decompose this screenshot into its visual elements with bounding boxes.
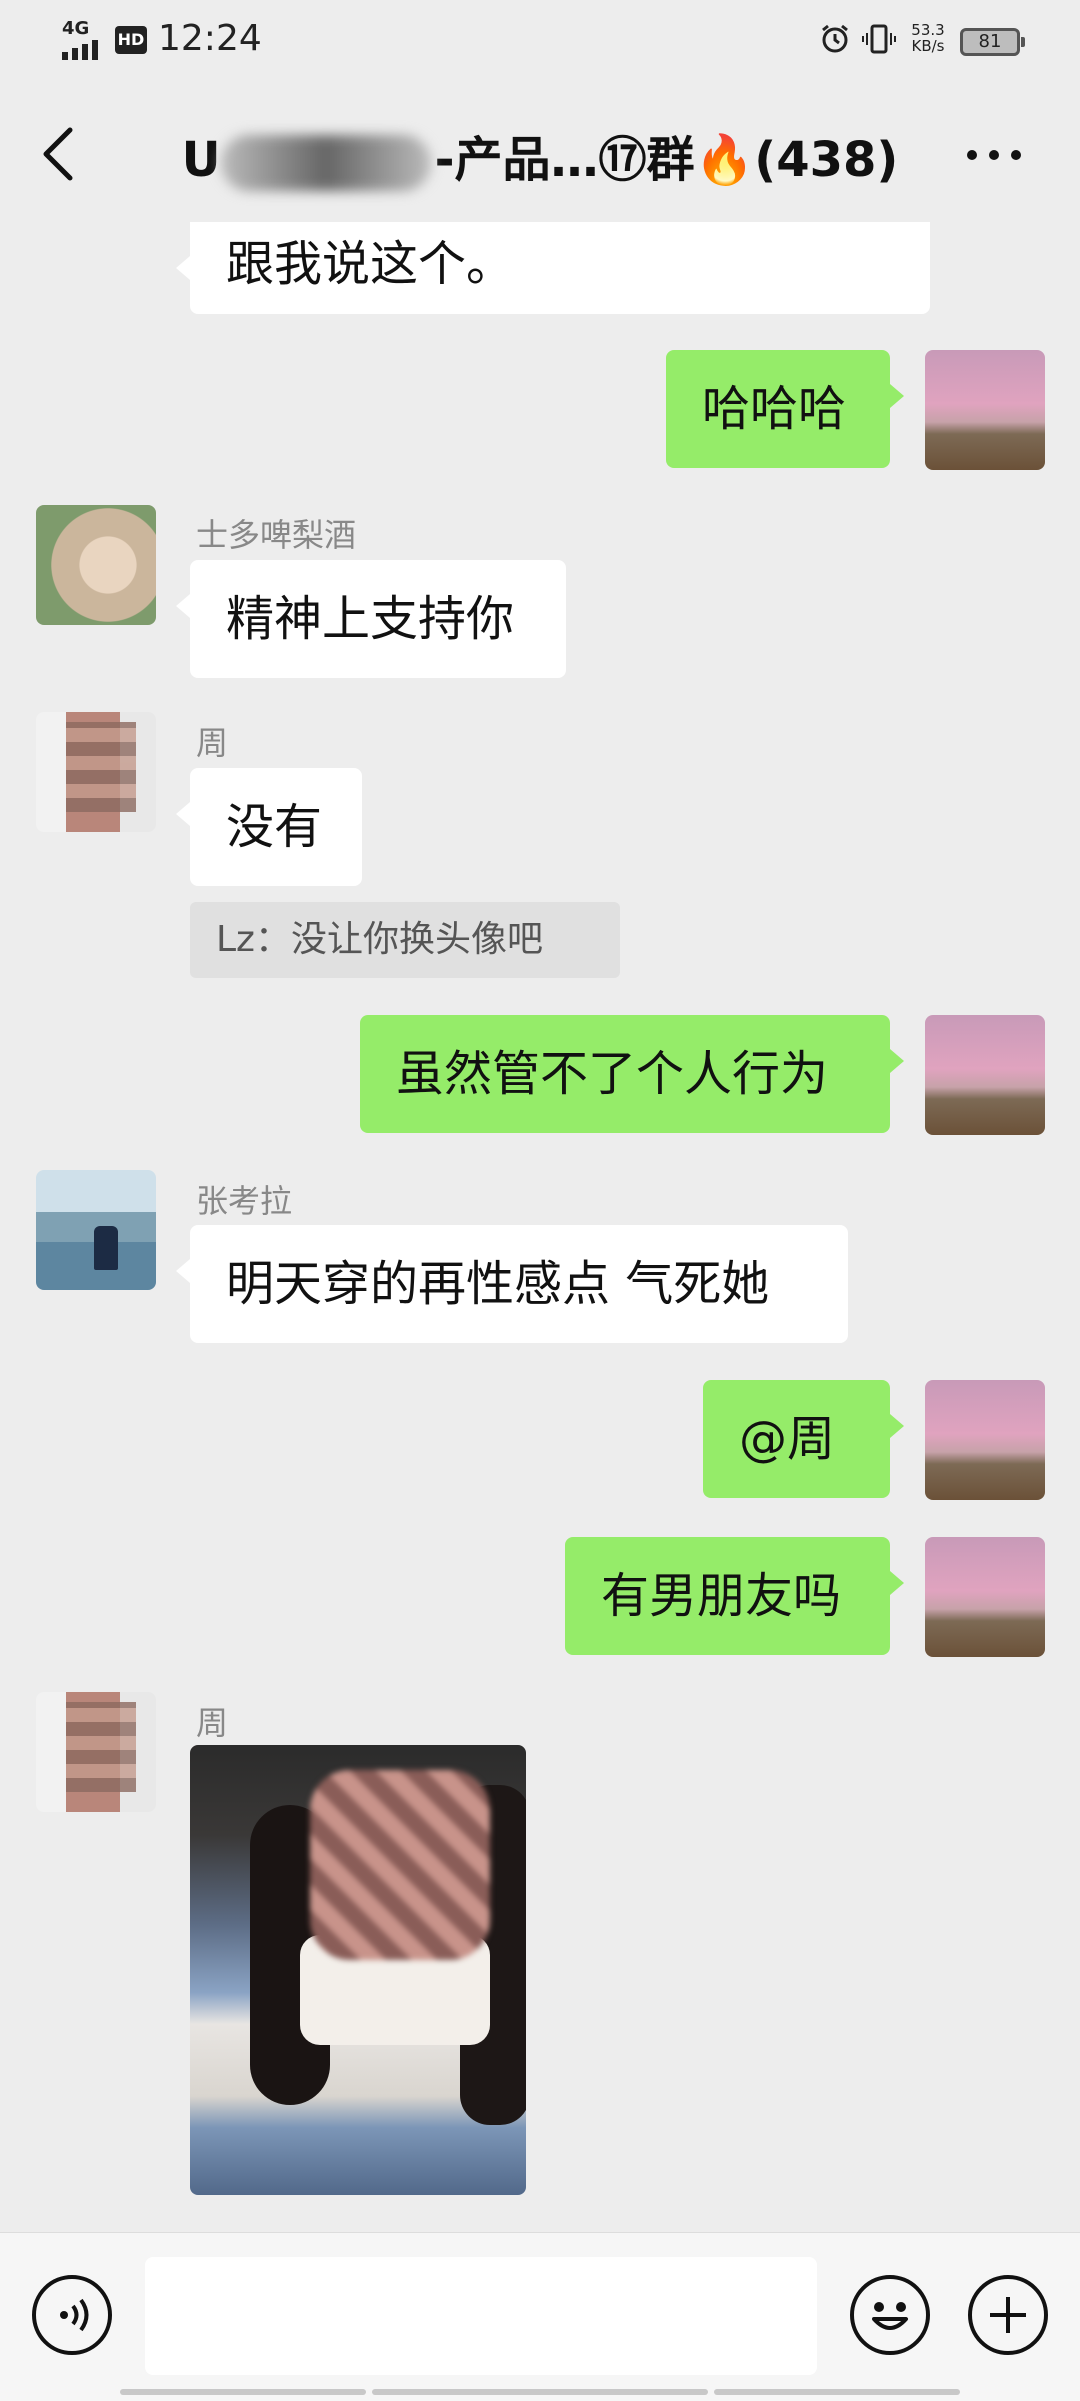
message-bubble-self[interactable]: 有男朋友吗 <box>565 1537 904 1655</box>
voice-icon[interactable] <box>32 2275 112 2355</box>
title-suffix: -产品…⑰群🔥(438) <box>434 132 899 188</box>
title-prefix: U <box>181 132 221 188</box>
avatar[interactable] <box>36 1692 156 1812</box>
sender-name: 周 <box>196 724 229 762</box>
network-speed: 53.3 KB/s <box>906 22 950 54</box>
battery-icon: 81 <box>960 28 1025 56</box>
status-bar: 4G HD 12:24 53.3 KB/s 81 <box>0 0 1080 80</box>
message-bubble[interactable]: 跟我说这个。 <box>176 222 930 314</box>
message-text: 跟我说这个。 <box>226 236 515 292</box>
vibrate-icon <box>862 24 896 54</box>
message-text: 没有 <box>226 799 323 855</box>
speed-unit: KB/s <box>911 37 945 55</box>
avatar-self[interactable] <box>925 350 1045 470</box>
avatar-self[interactable] <box>925 1380 1045 1500</box>
sender-name: 张考拉 <box>196 1182 293 1220</box>
avatar-mosaic <box>66 722 136 812</box>
message-text: @周 <box>739 1411 836 1467</box>
alarm-icon <box>822 24 848 53</box>
photo-mosaic <box>310 1770 490 1960</box>
voice-glyph <box>60 2298 89 2332</box>
message-bubble[interactable]: 精神上支持你 <box>176 560 566 678</box>
image-message[interactable] <box>190 1745 526 2195</box>
quoted-reply[interactable]: Lz：没让你换头像吧 <box>190 902 620 978</box>
sender-name: 周 <box>196 1704 229 1742</box>
hd-badge: HD <box>115 26 147 54</box>
scroll-indicator <box>372 2389 708 2395</box>
avatar-mosaic <box>66 1702 136 1792</box>
avatar[interactable] <box>36 1170 156 1290</box>
scroll-indicator <box>120 2389 366 2395</box>
message-text: 精神上支持你 <box>226 591 515 647</box>
chevron-left-icon[interactable] <box>36 126 80 182</box>
speed-value: 53.3 <box>911 21 945 39</box>
signal-icon <box>62 40 98 60</box>
emoji-icon[interactable] <box>850 2275 930 2355</box>
message-text: 明天穿的再性感点 气死她 <box>226 1256 770 1312</box>
chat-title: U -产品…⑰群🔥(438) <box>160 130 920 191</box>
chat-header: U -产品…⑰群🔥(438) <box>0 100 1080 220</box>
message-bubble[interactable]: 明天穿的再性感点 气死她 <box>176 1225 848 1343</box>
redacted-blur <box>220 135 431 191</box>
avatar[interactable] <box>36 505 156 625</box>
network-indicator: 4G <box>62 18 90 39</box>
message-text: 哈哈哈 <box>702 381 847 437</box>
message-input[interactable] <box>145 2257 817 2375</box>
message-bubble-self[interactable]: @周 <box>703 1380 904 1498</box>
message-bubble-self[interactable]: 哈哈哈 <box>666 350 904 468</box>
avatar-figure <box>94 1226 118 1270</box>
sender-name: 士多啤梨酒 <box>196 516 357 554</box>
emoji-glyph <box>872 2302 908 2330</box>
more-icon[interactable] <box>964 145 1024 165</box>
plus-icon[interactable] <box>968 2275 1048 2355</box>
message-text: 虽然管不了个人行为 <box>396 1046 829 1102</box>
input-bar <box>0 2232 1080 2401</box>
avatar-self[interactable] <box>925 1537 1045 1657</box>
message-bubble-self[interactable]: 虽然管不了个人行为 <box>360 1015 904 1133</box>
avatar[interactable] <box>36 712 156 832</box>
plus-glyph <box>990 2297 1026 2333</box>
clock: 12:24 <box>158 18 262 59</box>
scroll-indicator <box>714 2389 960 2395</box>
avatar-self[interactable] <box>925 1015 1045 1135</box>
message-text: 有男朋友吗 <box>601 1568 842 1624</box>
message-bubble[interactable]: 没有 <box>176 768 362 886</box>
